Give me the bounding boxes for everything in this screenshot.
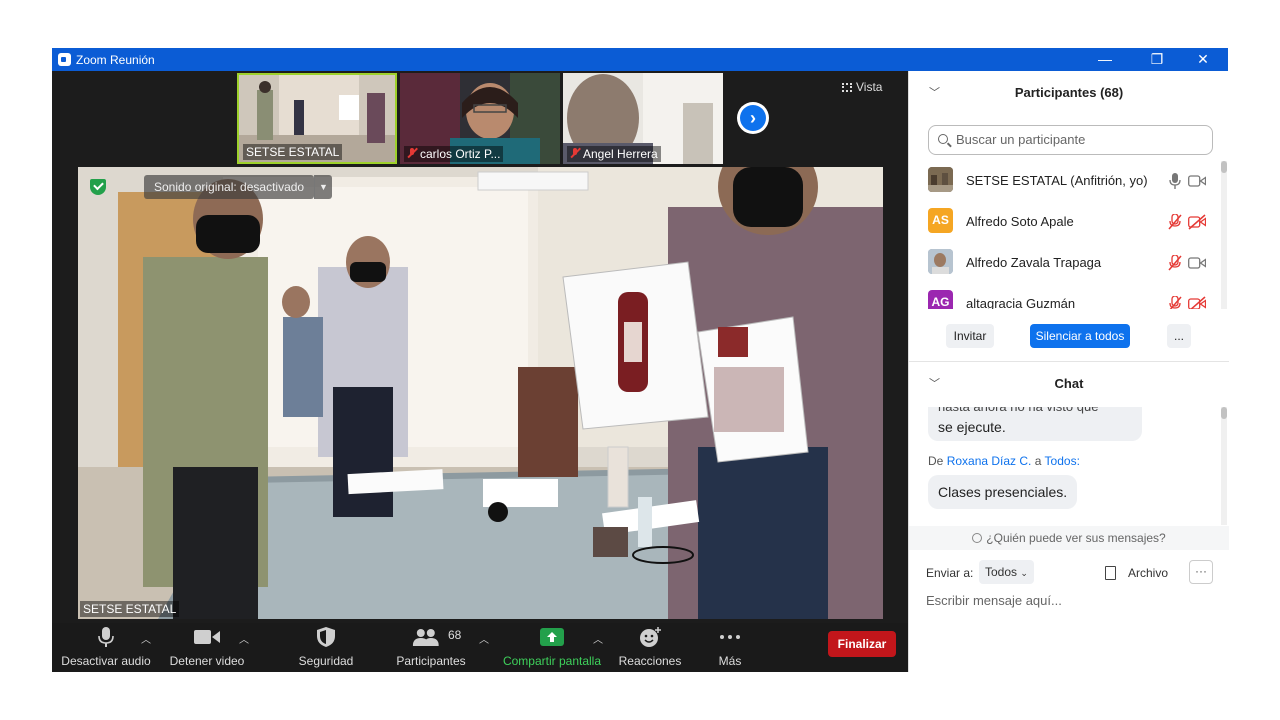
original-sound-toggle[interactable]: Sonido original: desactivado (144, 175, 315, 199)
chat-scrollbar[interactable] (1221, 407, 1227, 525)
microphone-icon (98, 627, 114, 647)
share-screen-icon (540, 628, 564, 646)
avatar (928, 249, 953, 274)
reactions-button[interactable]: Reacciones (615, 623, 685, 672)
list-item[interactable]: AS Alfredo Soto Apale (909, 202, 1229, 243)
list-item[interactable]: Alfredo Zavala Trapaga (909, 243, 1229, 284)
avatar: AS (928, 208, 953, 233)
share-screen-button[interactable]: Compartir pantalla (502, 623, 602, 672)
video-thumbnail[interactable]: Angel Herrera (563, 73, 723, 164)
video-area: SETSE ESTATAL carlos Ortiz P... Angel He… (52, 71, 908, 672)
participant-search-input[interactable]: Buscar un participante (928, 125, 1213, 155)
chat-header[interactable]: ﹀ Chat (909, 366, 1229, 402)
mute-audio-button[interactable]: Desactivar audio (60, 623, 152, 672)
participants-icon (412, 629, 439, 646)
main-speaker-video: Sonido original: desactivado ▼ SETSE EST… (78, 167, 883, 619)
participants-scrollbar[interactable] (1221, 161, 1227, 309)
window-title: Zoom Reunión (76, 53, 155, 67)
collapse-chevron-icon[interactable]: ﹀ (929, 366, 940, 402)
participants-more-button[interactable]: ... (1167, 324, 1191, 348)
chevron-down-icon: ⌄ (1020, 568, 1028, 578)
next-page-button[interactable]: › (737, 102, 769, 134)
chevron-down-icon[interactable]: ▼ (314, 175, 332, 199)
security-button[interactable]: Seguridad (292, 623, 360, 672)
avatar (928, 167, 953, 192)
zoom-app-icon (58, 53, 71, 66)
muted-microphone-icon[interactable] (1168, 296, 1182, 309)
chat-more-button[interactable]: ··· (1189, 560, 1213, 584)
muted-microphone-icon[interactable] (1168, 255, 1182, 271)
video-off-icon[interactable] (1188, 296, 1206, 309)
send-to-dropdown[interactable]: Todos ⌄ (979, 560, 1034, 584)
chat-message-bubble: hasta ahora no ha visto que se ejecute. (928, 407, 1142, 441)
chat-message-bubble: Clases presenciales. (928, 475, 1078, 509)
smiley-icon (640, 627, 661, 647)
minimize-button[interactable]: — (1082, 48, 1128, 71)
speaker-video-feed (78, 167, 883, 619)
recipient-name[interactable]: Todos: (1045, 454, 1080, 468)
security-shield-icon (317, 627, 335, 647)
audio-options-chevron-up-icon[interactable]: ︿ (141, 631, 151, 646)
who-can-see-messages-link[interactable]: ¿Quién puede ver sus mensajes? (909, 526, 1229, 550)
share-options-chevron-up-icon[interactable]: ︿ (593, 631, 603, 646)
avatar: AG (928, 290, 953, 309)
search-icon (938, 134, 948, 144)
view-button[interactable]: Vista (842, 80, 882, 94)
thumbnail-name: carlos Ortiz P... (404, 146, 504, 162)
participants-count: 68 (448, 628, 462, 642)
muted-microphone-icon[interactable] (1168, 214, 1182, 230)
send-to-row: Enviar a: Todos ⌄ Archivo ··· (909, 559, 1229, 589)
collapse-chevron-icon[interactable]: ﹀ (929, 75, 940, 111)
close-button[interactable]: ✕ (1180, 48, 1226, 71)
participants-header[interactable]: ﹀ Participantes (68) (909, 75, 1229, 111)
send-to-label: Enviar a: (926, 566, 974, 580)
video-camera-icon (194, 630, 220, 644)
video-thumbnail[interactable]: carlos Ortiz P... (400, 73, 560, 164)
person-icon (972, 533, 983, 543)
sender-name[interactable]: Roxana Díaz C. (947, 454, 1032, 468)
chat-messages: hasta ahora no ha visto que se ejecute. … (909, 407, 1229, 527)
more-button[interactable]: Más (702, 623, 758, 672)
participants-button[interactable]: 68 Participantes (392, 623, 470, 672)
participant-list: SETSE ESTATAL (Anfitrión, yo) AS Alfredo… (909, 161, 1229, 309)
more-dots-icon (720, 635, 740, 639)
zoom-window: Zoom Reunión — ❐ ✕ SETSE ESTATAL carlos … (52, 48, 1229, 672)
list-item[interactable]: SETSE ESTATAL (Anfitrión, yo) (909, 161, 1229, 202)
participant-name: SETSE ESTATAL (Anfitrión, yo) (966, 173, 1148, 188)
video-camera-icon[interactable] (1188, 255, 1206, 271)
end-meeting-button[interactable]: Finalizar (828, 631, 896, 657)
chat-message-input[interactable]: Escribir mensaje aquí... (926, 593, 1062, 608)
file-icon[interactable] (1105, 566, 1116, 580)
participants-options-chevron-up-icon[interactable]: ︿ (479, 631, 489, 646)
encryption-shield-icon[interactable] (90, 179, 106, 195)
side-panel: ﹀ Participantes (68) Buscar un participa… (908, 71, 1229, 672)
restore-button[interactable]: ❐ (1134, 48, 1180, 71)
participant-name: Alfredo Zavala Trapaga (966, 255, 1102, 270)
thumbnail-name: SETSE ESTATAL (243, 144, 343, 160)
list-item[interactable]: AG altagracia Guzmán (909, 284, 1229, 309)
participant-name: Alfredo Soto Apale (966, 214, 1074, 229)
chevron-right-icon: › (750, 108, 756, 128)
title-bar: Zoom Reunión — ❐ ✕ (52, 48, 1228, 71)
file-button[interactable]: Archivo (1128, 566, 1168, 580)
chat-sender-line: De Roxana Díaz C. a Todos: (928, 454, 1080, 468)
video-thumbnail[interactable]: SETSE ESTATAL (237, 73, 397, 164)
muted-mic-icon (570, 148, 580, 158)
mute-all-button[interactable]: Silenciar a todos (1030, 324, 1130, 348)
video-off-icon[interactable] (1188, 214, 1206, 230)
meeting-toolbar: Desactivar audio ︿ Detener video ︿ Segur… (52, 623, 908, 672)
video-options-chevron-up-icon[interactable]: ︿ (239, 631, 249, 646)
main-speaker-name: SETSE ESTATAL (80, 601, 180, 617)
muted-mic-icon (407, 148, 417, 158)
thumbnail-name: Angel Herrera (567, 146, 661, 162)
stop-video-button[interactable]: Detener video (165, 623, 249, 672)
invite-button[interactable]: Invitar (946, 324, 994, 348)
panel-divider (909, 361, 1229, 362)
microphone-icon[interactable] (1168, 173, 1182, 189)
video-camera-icon[interactable] (1188, 173, 1206, 189)
grid-icon (842, 83, 852, 92)
participant-name: altagracia Guzmán (966, 296, 1076, 309)
